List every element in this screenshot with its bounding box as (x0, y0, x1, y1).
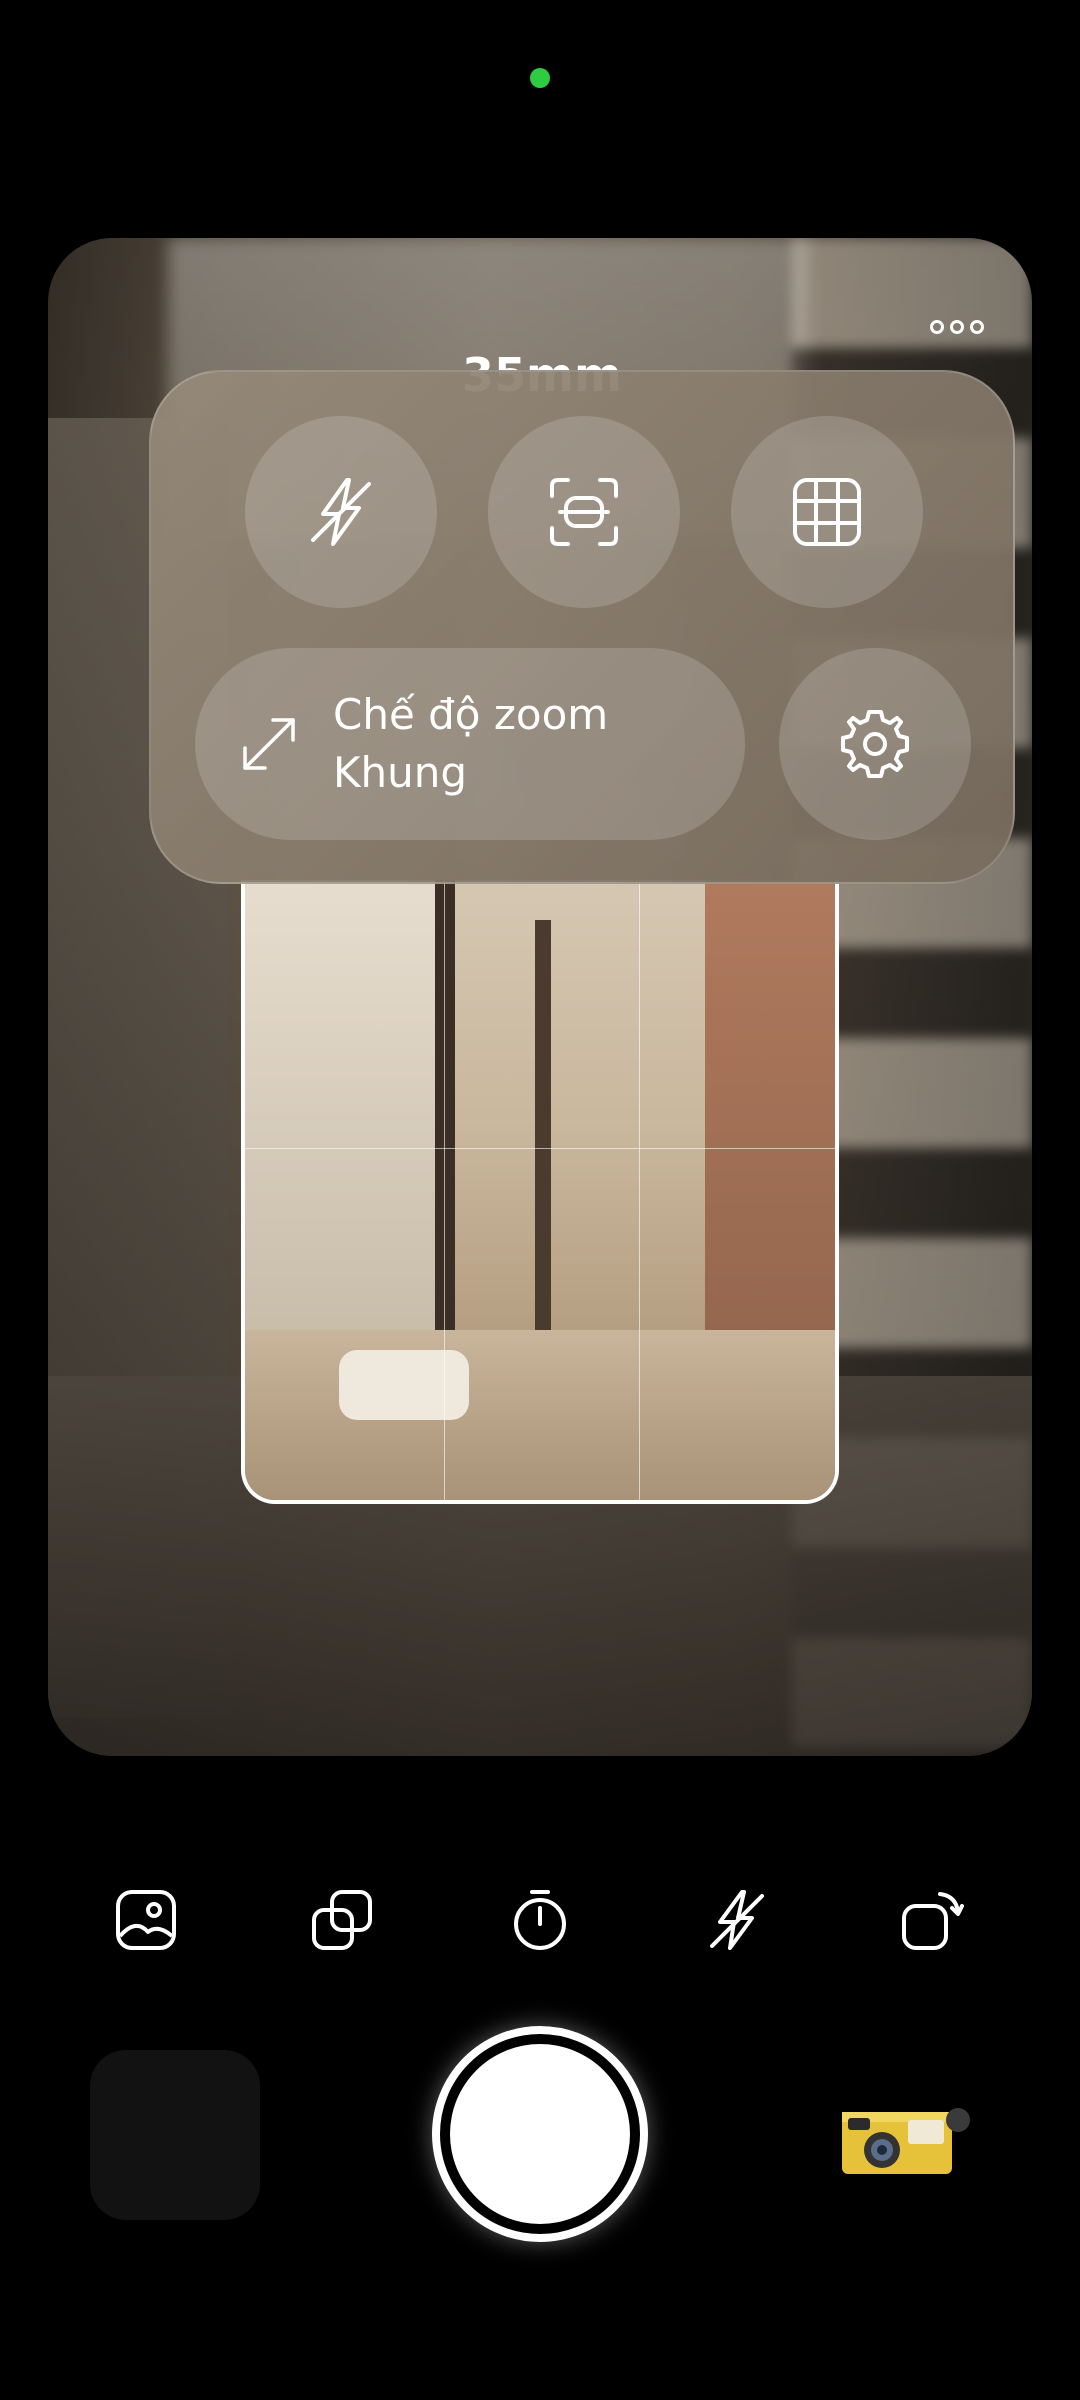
timer-button[interactable] (506, 1886, 574, 1954)
grid-line-vertical (444, 880, 445, 1500)
rotate-camera-icon (902, 1892, 964, 1950)
timer-icon (514, 1890, 566, 1950)
flash-button[interactable] (702, 1886, 770, 1954)
preview-frame (241, 880, 839, 1504)
camera-indicator-dot (530, 68, 550, 88)
more-icon[interactable] (922, 312, 992, 342)
focus-frame-button[interactable] (488, 416, 680, 608)
switch-camera-button[interactable] (898, 1886, 966, 1954)
grid-icon (793, 478, 861, 546)
flash-off-icon (311, 478, 371, 546)
preview-road (245, 1330, 835, 1500)
grid-toggle-button[interactable] (731, 416, 923, 608)
gear-icon (841, 710, 909, 778)
settings-button[interactable] (779, 648, 971, 840)
preview-building-left (245, 880, 435, 1340)
camera-model-button[interactable] (838, 2098, 978, 2178)
preview-car (339, 1350, 469, 1420)
multi-exposure-icon (312, 1890, 372, 1950)
zoom-mode-label: Chế độ zoom (333, 690, 609, 739)
zoom-mode-text: Chế độ zoom Khung (333, 686, 608, 802)
flash-toggle-button[interactable] (245, 416, 437, 608)
last-photo-thumbnail[interactable] (90, 2050, 260, 2220)
quick-settings-panel: Chế độ zoom Khung (149, 370, 1015, 884)
zoom-mode-value: Khung (333, 748, 468, 797)
focus-frame-icon (550, 478, 618, 546)
flash-off-icon (710, 1890, 764, 1950)
gallery-icon (116, 1890, 176, 1950)
zoom-mode-button[interactable]: Chế độ zoom Khung (195, 648, 745, 840)
camera-model-icon (842, 2108, 970, 2174)
shutter-button[interactable] (432, 2026, 648, 2242)
gallery-button[interactable] (112, 1886, 180, 1954)
grid-line-horizontal (245, 1148, 835, 1149)
multi-exposure-button[interactable] (308, 1886, 376, 1954)
expand-arrows-icon (243, 718, 295, 770)
grid-line-vertical (639, 880, 640, 1500)
shutter-inner (450, 2044, 630, 2224)
